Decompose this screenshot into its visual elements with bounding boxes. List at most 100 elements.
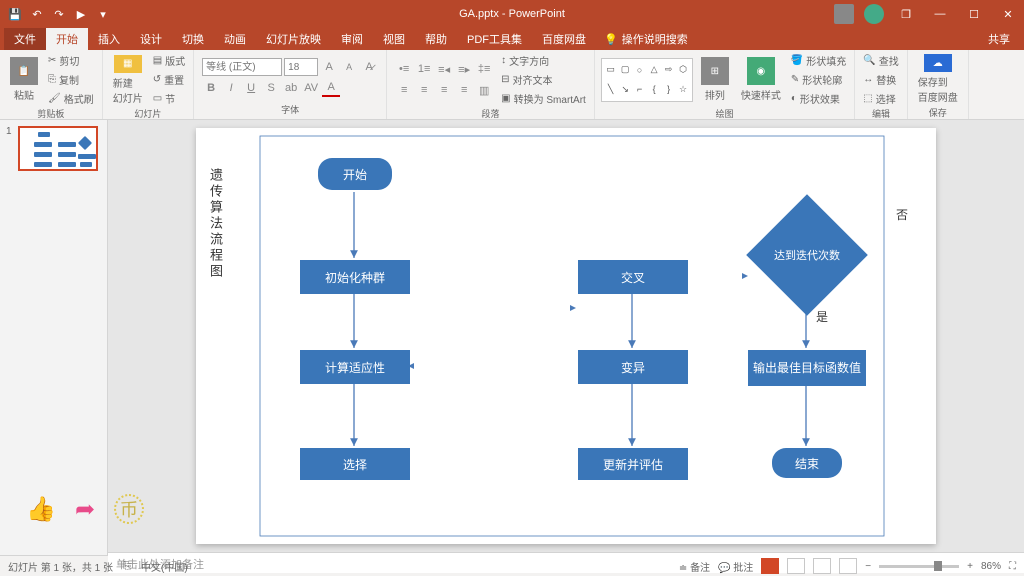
tab-file[interactable]: 文件	[4, 28, 46, 50]
ribbon-display-icon[interactable]: ❐	[890, 0, 922, 28]
node-select[interactable]: 选择	[300, 448, 410, 480]
tab-insert[interactable]: 插入	[88, 28, 130, 50]
node-update[interactable]: 更新并评估	[578, 448, 688, 480]
columns-icon[interactable]: ▥	[475, 81, 493, 99]
language-indicator[interactable]: 中文(中国)	[141, 559, 188, 574]
smartart-button[interactable]: ▣转换为 SmartArt	[499, 90, 588, 107]
shapes-gallery[interactable]: ▭ ▢ ○ △ ⇨ ⬡ ╲ ↘ ⌐ { } ☆	[601, 58, 693, 102]
section-button[interactable]: ▭节	[151, 90, 187, 107]
notes-toggle[interactable]: ≐ 备注	[679, 559, 710, 574]
align-center-icon[interactable]: ≡	[415, 81, 433, 99]
font-color-button[interactable]: A	[322, 79, 340, 97]
share-arrow-icon[interactable]: ➦	[70, 494, 100, 524]
zoom-out-button[interactable]: −	[865, 561, 871, 572]
node-fitness[interactable]: 计算适应性	[300, 350, 410, 384]
node-iteration-decision[interactable]: 达到迭代次数	[764, 212, 850, 298]
baidu-save-button[interactable]: ☁ 保存到 百度网盘	[914, 52, 962, 106]
node-end[interactable]: 结束	[772, 448, 842, 478]
node-mutate[interactable]: 变异	[578, 350, 688, 384]
shadow-button[interactable]: ab	[282, 79, 300, 97]
zoom-slider-thumb[interactable]	[934, 561, 942, 571]
tab-animations[interactable]: 动画	[214, 28, 256, 50]
format-painter-button[interactable]: 🖌格式刷	[46, 90, 96, 107]
user-avatar-2[interactable]	[864, 4, 884, 24]
shape-outline-button[interactable]: ✎形状轮廓	[789, 71, 848, 88]
user-avatar-1[interactable]	[834, 4, 854, 24]
spellcheck-icon[interactable]: ⎘	[123, 561, 131, 572]
reset-button[interactable]: ↺重置	[151, 71, 187, 88]
arrange-button[interactable]: ⊞ 排列	[697, 53, 733, 107]
tab-home[interactable]: 开始	[46, 28, 88, 50]
normal-view-button[interactable]	[761, 558, 779, 574]
share-button[interactable]: 共享	[978, 28, 1020, 50]
font-family-select[interactable]	[202, 58, 282, 76]
thumbs-up-icon[interactable]: 👍	[26, 494, 56, 524]
tab-help[interactable]: 帮助	[415, 28, 457, 50]
numbering-icon[interactable]: 1≡	[415, 60, 433, 78]
tab-view[interactable]: 视图	[373, 28, 415, 50]
slideshow-icon[interactable]: ▶	[74, 7, 88, 21]
zoom-slider[interactable]	[879, 565, 959, 568]
italic-button[interactable]: I	[222, 79, 240, 97]
underline-button[interactable]: U	[242, 79, 260, 97]
justify-icon[interactable]: ≡	[455, 81, 473, 99]
node-start[interactable]: 开始	[318, 158, 392, 190]
slide-title-vertical[interactable]: 遗传算法流程图	[206, 168, 225, 280]
reading-view-button[interactable]	[813, 558, 831, 574]
minimize-button[interactable]: —	[924, 0, 956, 28]
line-spacing-icon[interactable]: ‡≡	[475, 60, 493, 78]
shape-fill-button[interactable]: 🪣形状填充	[789, 52, 848, 69]
node-cross[interactable]: 交叉	[578, 260, 688, 294]
tab-baidu[interactable]: 百度网盘	[532, 28, 596, 50]
select-button[interactable]: ⬚选择	[861, 90, 900, 107]
tell-me-search[interactable]: 💡 操作说明搜索	[596, 28, 696, 50]
qat-more-icon[interactable]: ▾	[96, 7, 110, 21]
fit-to-window-button[interactable]: ⛶	[1009, 561, 1016, 572]
comments-toggle[interactable]: 💬 批注	[718, 559, 753, 574]
node-output[interactable]: 输出最佳目标函数值	[748, 350, 866, 386]
copy-button[interactable]: ⎘复制	[46, 71, 96, 88]
tab-review[interactable]: 审阅	[331, 28, 373, 50]
spacing-button[interactable]: AV	[302, 79, 320, 97]
maximize-button[interactable]: ☐	[958, 0, 990, 28]
tab-design[interactable]: 设计	[130, 28, 172, 50]
sorter-view-button[interactable]	[787, 558, 805, 574]
find-button[interactable]: 🔍查找	[861, 52, 900, 69]
shape-effects-button[interactable]: ◐形状效果	[789, 90, 848, 107]
align-left-icon[interactable]: ≡	[395, 81, 413, 99]
strike-button[interactable]: S	[262, 79, 280, 97]
close-button[interactable]: ✕	[992, 0, 1024, 28]
align-text-button[interactable]: ⊟对齐文本	[499, 71, 588, 88]
cut-button[interactable]: ✂剪切	[46, 52, 96, 69]
bold-button[interactable]: B	[202, 79, 220, 97]
indent-inc-icon[interactable]: ≡▸	[455, 60, 473, 78]
new-slide-button[interactable]: ▦ 新建 幻灯片	[109, 53, 147, 107]
clear-format-icon[interactable]: A̷	[360, 58, 378, 76]
undo-icon[interactable]: ↶	[30, 7, 44, 21]
increase-font-icon[interactable]: A	[320, 58, 338, 76]
font-size-select[interactable]	[284, 58, 318, 76]
slide-canvas[interactable]: 遗传算法流程图 开始 初始化种群	[196, 128, 936, 544]
replace-button[interactable]: ↔替换	[861, 71, 900, 88]
node-init[interactable]: 初始化种群	[300, 260, 410, 294]
slideshow-view-button[interactable]	[839, 558, 857, 574]
slide-thumbnail-1[interactable]: 1	[6, 126, 101, 171]
text-direction-button[interactable]: ↕文字方向	[499, 52, 588, 69]
redo-icon[interactable]: ↷	[52, 7, 66, 21]
tab-slideshow[interactable]: 幻灯片放映	[256, 28, 331, 50]
tab-transitions[interactable]: 切换	[172, 28, 214, 50]
paste-button[interactable]: 📋 粘贴	[6, 53, 42, 107]
slide-thumbnails-panel[interactable]: 1	[0, 120, 108, 555]
save-icon[interactable]: 💾	[8, 7, 22, 21]
slide-canvas-wrapper[interactable]: 👍 ➦ 币 遗传算法流程图	[108, 120, 1024, 552]
zoom-in-button[interactable]: +	[967, 561, 973, 572]
align-right-icon[interactable]: ≡	[435, 81, 453, 99]
quick-styles-button[interactable]: ◉ 快速样式	[737, 53, 785, 107]
indent-dec-icon[interactable]: ≡◂	[435, 60, 453, 78]
layout-button[interactable]: ▤版式	[151, 52, 187, 69]
bullets-icon[interactable]: •≡	[395, 60, 413, 78]
decrease-font-icon[interactable]: A	[340, 58, 358, 76]
tab-pdf[interactable]: PDF工具集	[457, 28, 532, 50]
zoom-level[interactable]: 86%	[981, 561, 1001, 572]
coin-icon[interactable]: 币	[114, 494, 144, 524]
